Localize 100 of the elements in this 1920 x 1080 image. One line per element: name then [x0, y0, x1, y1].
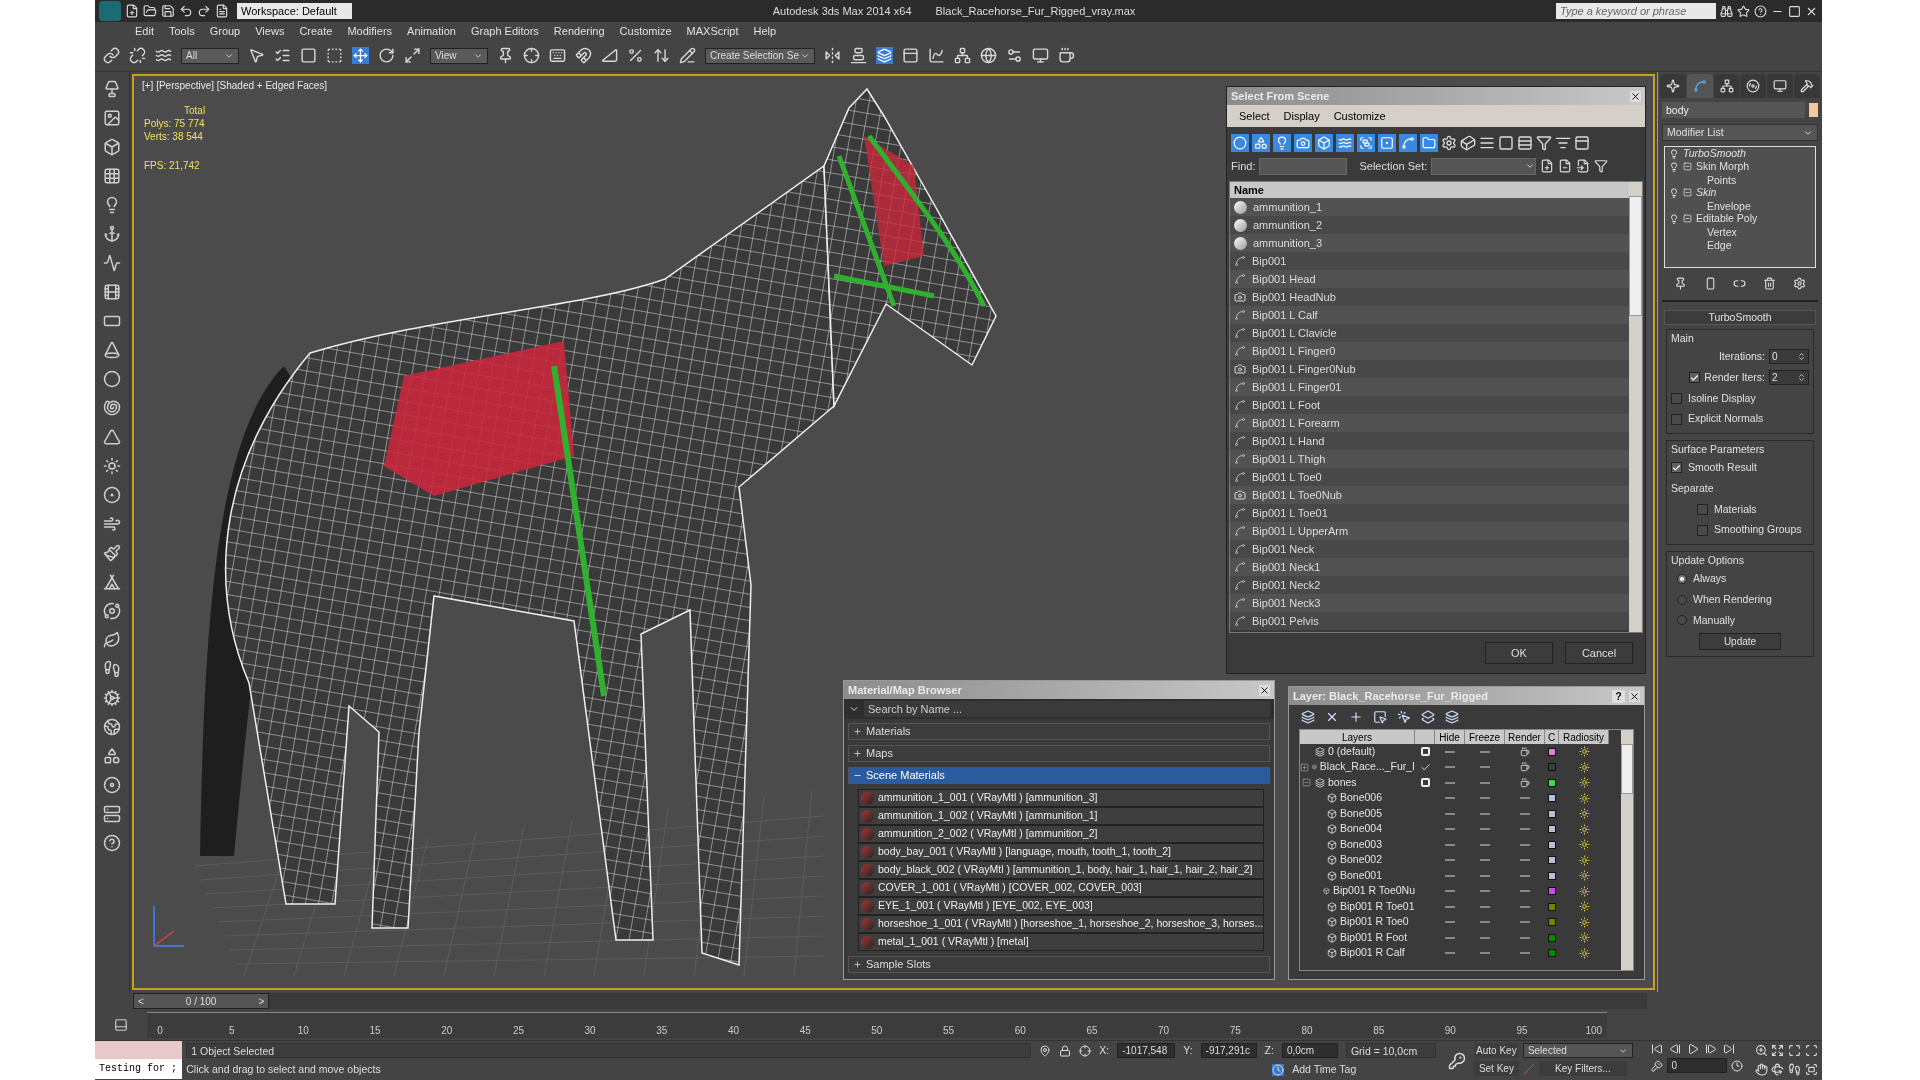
- scene-object-row[interactable]: ammunition_3: [1230, 234, 1629, 252]
- search-field[interactable]: Type a keyword or phrase: [1556, 3, 1716, 19]
- layer-row[interactable]: bones: [1300, 775, 1621, 791]
- material-row[interactable]: EYE_1_001 ( VRayMtl ) [EYE_002, EYE_003]: [858, 897, 1264, 915]
- scene-object-row[interactable]: Bip001 L Thigh: [1230, 450, 1629, 468]
- dialog-button[interactable]: Cancel: [1565, 642, 1633, 664]
- menu-item[interactable]: Display: [1283, 107, 1320, 125]
- scene-object-row[interactable]: Bip001 L Hand: [1230, 432, 1629, 450]
- sub-object-level[interactable]: Edge: [1665, 238, 1815, 251]
- material-row[interactable]: body_black_002 ( VRayMtl ) [ammunition_1, body, hair_1, hair_1, hair_2, hair_2]: [858, 861, 1264, 879]
- scene-object-row[interactable]: Bip001 Neck2: [1230, 576, 1629, 594]
- column-header[interactable]: Layers: [1300, 730, 1415, 744]
- column-header[interactable]: Render: [1505, 730, 1545, 744]
- scene-object-row[interactable]: Bip001 L Finger0Nub: [1230, 360, 1629, 378]
- scene-object-row[interactable]: Bip001 L Calf: [1230, 306, 1629, 324]
- spinner-field[interactable]: 2: [1769, 370, 1809, 386]
- scene-object-row[interactable]: Bip001 HeadNub: [1230, 288, 1629, 306]
- scene-object-row[interactable]: Bip001 L Finger01: [1230, 378, 1629, 396]
- menu-item[interactable]: Create: [299, 22, 333, 40]
- name-column-header[interactable]: Name: [1230, 182, 1629, 198]
- material-row[interactable]: ammunition_2_002 ( VRayMtl ) [ammunition_2]: [858, 825, 1264, 843]
- scene-object-row[interactable]: Bip001 L Toe0: [1230, 468, 1629, 486]
- material-row[interactable]: horseshoe_1_001 ( VRayMtl ) [horseshoe_1, horseshoe_2, horseshoe_3, horses...: [858, 915, 1264, 933]
- scene-object-row[interactable]: Bip001 L Foot: [1230, 396, 1629, 414]
- scene-object-row[interactable]: Bip001 L Forearm: [1230, 414, 1629, 432]
- menu-item[interactable]: Graph Editors: [470, 22, 539, 40]
- spinner-field[interactable]: 0: [1769, 349, 1809, 365]
- layer-row[interactable]: Bone001: [1300, 868, 1621, 884]
- x-coordinate-field[interactable]: -1017,548: [1117, 1043, 1176, 1059]
- modifier-stack-item[interactable]: TurboSmooth: [1665, 147, 1815, 160]
- menu-item[interactable]: Rendering: [553, 22, 605, 40]
- current-frame-field[interactable]: 0: [1666, 1058, 1727, 1073]
- modifier-stack-item[interactable]: Skin Morph: [1665, 160, 1815, 173]
- search-field[interactable]: Search by Name ...: [864, 701, 1270, 717]
- section-header[interactable]: Materials: [848, 723, 1270, 740]
- selection-filter-dropdown[interactable]: All: [181, 47, 239, 64]
- menu-item[interactable]: Tools: [168, 22, 195, 40]
- y-coordinate-field[interactable]: -917,291c: [1200, 1043, 1257, 1059]
- key-filters-button[interactable]: Key Filters...: [1538, 1061, 1627, 1076]
- sub-object-level[interactable]: Envelope: [1665, 199, 1815, 212]
- modifier-stack-item[interactable]: Editable Poly: [1665, 212, 1815, 225]
- menu-item[interactable]: Modifiers: [347, 22, 393, 40]
- dialog-button[interactable]: OK: [1485, 642, 1553, 664]
- viewport-label[interactable]: [+] [Perspective] [Shaded + Edged Faces]: [142, 78, 328, 93]
- z-coordinate-field[interactable]: 0,0cm: [1281, 1043, 1338, 1059]
- scene-object-row[interactable]: Bip001 L Finger0: [1230, 342, 1629, 360]
- menu-item[interactable]: Customize: [1333, 107, 1386, 125]
- auto-key-button[interactable]: Auto Key: [1473, 1043, 1519, 1058]
- menu-item[interactable]: Views: [255, 22, 285, 40]
- menu-item[interactable]: Group: [209, 22, 241, 40]
- material-row[interactable]: ammunition_1_001 ( VRayMtl ) [ammunition_3]: [858, 789, 1264, 807]
- scene-object-row[interactable]: Bip001 L UpperArm: [1230, 522, 1629, 540]
- rollout-header[interactable]: TurboSmooth: [1664, 310, 1816, 325]
- scene-object-row[interactable]: ammunition_1: [1230, 198, 1629, 216]
- menu-item[interactable]: Customize: [619, 22, 672, 40]
- update-button[interactable]: Update: [1699, 633, 1781, 651]
- layer-row[interactable]: Bip001 R Calf: [1300, 945, 1621, 961]
- scene-object-row[interactable]: Bip001 Head: [1230, 270, 1629, 288]
- key-mode-dropdown[interactable]: Selected: [1522, 1043, 1633, 1058]
- scene-object-row[interactable]: Bip001 L Toe0Nub: [1230, 486, 1629, 504]
- material-row[interactable]: COVER_1_001 ( VRayMtl ) [COVER_002, COVER_003]: [858, 879, 1264, 897]
- sub-object-level[interactable]: Points: [1665, 173, 1815, 186]
- scene-object-row[interactable]: Bip001 Neck: [1230, 540, 1629, 558]
- maxscript-listener-input[interactable]: Testing for ;: [95, 1059, 183, 1079]
- menu-item[interactable]: Animation: [407, 22, 456, 40]
- section-header[interactable]: Sample Slots: [848, 956, 1270, 973]
- layer-row[interactable]: Bip001 R Toe0: [1300, 914, 1621, 930]
- layer-row[interactable]: Bip001 R Toe01: [1300, 899, 1621, 915]
- time-slider-track[interactable]: < 0 / 100 >: [133, 993, 1647, 1009]
- scene-object-row[interactable]: Bip001: [1230, 252, 1629, 270]
- sub-object-level[interactable]: Vertex: [1665, 225, 1815, 238]
- section-header[interactable]: Maps: [848, 745, 1270, 762]
- track-bar[interactable]: 0 5 10 15 20 25 30 35 40 45 50 55 60 65 70 75 80 85 90 95 100: [147, 1012, 1607, 1038]
- scene-object-row[interactable]: Bip001 L Clavicle: [1230, 324, 1629, 342]
- scene-object-row[interactable]: ammunition_2: [1230, 216, 1629, 234]
- menu-item[interactable]: Select: [1239, 107, 1270, 125]
- modifier-stack-item[interactable]: Skin: [1665, 186, 1815, 199]
- column-header[interactable]: Freeze: [1465, 730, 1505, 744]
- material-row[interactable]: ammunition_1_002 ( VRayMtl ) [ammunition_1]: [858, 807, 1264, 825]
- set-key-button[interactable]: Set Key: [1473, 1061, 1519, 1076]
- scene-object-row[interactable]: Bip001 Pelvis: [1230, 612, 1629, 630]
- time-slider[interactable]: < 0 / 100 >: [133, 993, 270, 1009]
- layer-row[interactable]: Bone005: [1300, 806, 1621, 822]
- column-header[interactable]: C: [1545, 730, 1559, 744]
- named-selection-dropdown[interactable]: Create Selection Se: [705, 47, 815, 64]
- modifier-list-dropdown[interactable]: Modifier List: [1662, 124, 1818, 141]
- workspace-dropdown[interactable]: Workspace: Default: [237, 3, 352, 19]
- column-header[interactable]: Hide: [1435, 730, 1465, 744]
- reference-coordinate-dropdown[interactable]: View: [430, 47, 488, 64]
- column-header[interactable]: Radiosity: [1559, 730, 1609, 744]
- scene-object-row[interactable]: Bip001 Neck1: [1230, 558, 1629, 576]
- layer-row[interactable]: Bip001 R Toe0Nu: [1300, 883, 1621, 899]
- add-time-tag-button[interactable]: Add Time Tag: [1292, 1061, 1357, 1078]
- menu-item[interactable]: MAXScript: [686, 22, 739, 40]
- menu-item[interactable]: Edit: [135, 22, 154, 40]
- layer-row[interactable]: 0 (default): [1300, 744, 1621, 760]
- help-button[interactable]: ?: [1612, 689, 1625, 703]
- scene-object-row[interactable]: Bip001 Neck3: [1230, 594, 1629, 612]
- layer-row[interactable]: Bone002: [1300, 852, 1621, 868]
- menu-item[interactable]: Help: [753, 22, 777, 40]
